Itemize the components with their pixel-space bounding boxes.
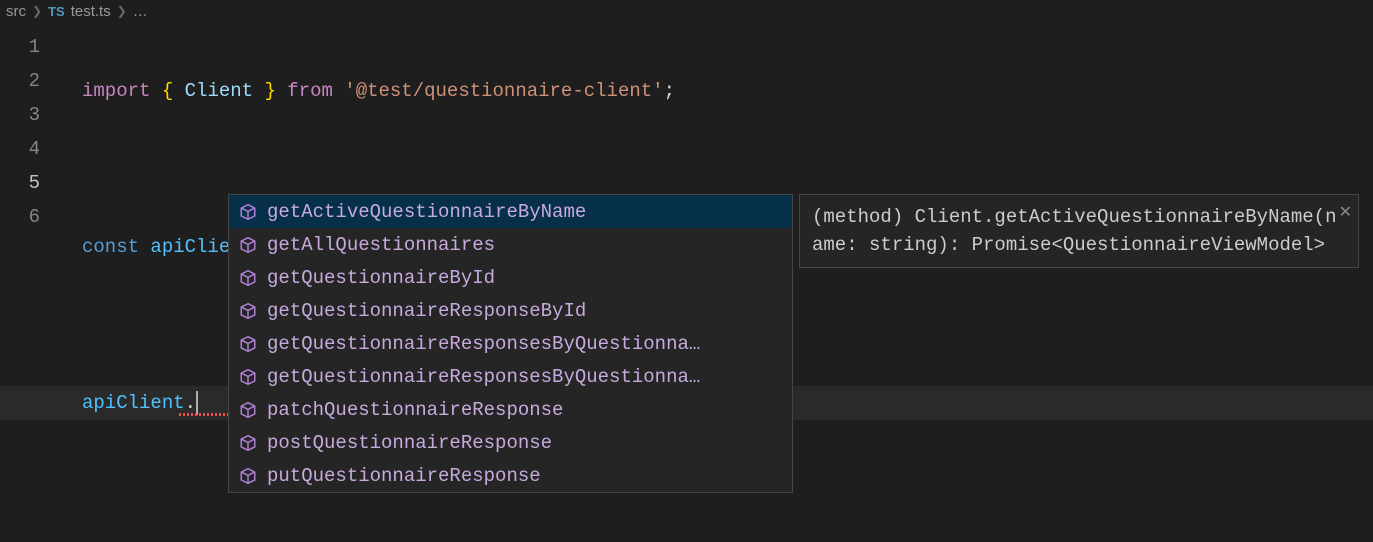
suggestion-item[interactable]: getQuestionnaireResponseById (229, 294, 792, 327)
keyword-from: from (287, 80, 333, 102)
breadcrumb-more[interactable]: … (133, 3, 148, 20)
method-icon (239, 302, 257, 320)
suggestion-list[interactable]: getActiveQuestionnaireByName getAllQuesti… (228, 194, 793, 493)
suggestion-label: putQuestionnaireResponse (267, 465, 541, 487)
chevron-right-icon: ❯ (32, 4, 42, 18)
line-gutter: 1 2 3 4 5 6 (0, 22, 60, 542)
suggestion-label: getActiveQuestionnaireByName (267, 201, 586, 223)
suggestion-label: postQuestionnaireResponse (267, 432, 552, 454)
breadcrumb-folder[interactable]: src (6, 3, 26, 20)
text-cursor (196, 391, 198, 415)
identifier: apiClient (82, 392, 185, 414)
suggestion-label: getQuestionnaireResponsesByQuestionna… (267, 366, 700, 388)
suggestion-item[interactable]: getActiveQuestionnaireByName (229, 195, 792, 228)
code-line[interactable] (60, 152, 675, 186)
breadcrumb-file[interactable]: test.ts (71, 3, 111, 20)
suggestion-item[interactable]: getQuestionnaireResponsesByQuestionna… (229, 360, 792, 393)
suggestion-item[interactable]: getQuestionnaireResponsesByQuestionna… (229, 327, 792, 360)
breadcrumb: src ❯ TS test.ts ❯ … (0, 0, 1373, 22)
method-icon (239, 203, 257, 221)
line-number: 3 (0, 98, 60, 132)
identifier: Client (185, 80, 253, 102)
suggestion-item[interactable]: postQuestionnaireResponse (229, 426, 792, 459)
method-icon (239, 434, 257, 452)
suggestion-item[interactable]: getAllQuestionnaires (229, 228, 792, 261)
semicolon: ; (664, 80, 675, 102)
method-icon (239, 401, 257, 419)
suggestion-item[interactable]: putQuestionnaireResponse (229, 459, 792, 492)
dot-operator: . (185, 392, 196, 414)
suggestion-label: getQuestionnaireResponseById (267, 300, 586, 322)
suggestion-item[interactable]: patchQuestionnaireResponse (229, 393, 792, 426)
method-icon (239, 335, 257, 353)
line-number: 5 (0, 166, 60, 200)
keyword-const: const (82, 236, 139, 258)
method-icon (239, 467, 257, 485)
details-text: (method) Client.getActiveQuestionnaireBy… (812, 206, 1337, 256)
string-literal: '@test/questionnaire-client' (344, 80, 663, 102)
method-icon (239, 236, 257, 254)
close-icon[interactable]: ✕ (1339, 199, 1352, 227)
brace: { (162, 80, 173, 102)
suggestion-label: patchQuestionnaireResponse (267, 399, 563, 421)
method-icon (239, 269, 257, 287)
code-line[interactable]: import { Client } from '@test/questionna… (60, 74, 675, 108)
suggestion-details: ✕ (method) Client.getActiveQuestionnaire… (799, 194, 1359, 268)
line-number: 6 (0, 200, 60, 234)
keyword-import: import (82, 80, 150, 102)
line-number: 4 (0, 132, 60, 166)
suggestion-label: getQuestionnaireResponsesByQuestionna… (267, 333, 700, 355)
chevron-right-icon: ❯ (117, 4, 127, 18)
ts-file-icon: TS (48, 4, 65, 19)
line-number: 1 (0, 30, 60, 64)
line-number: 2 (0, 64, 60, 98)
suggestion-item[interactable]: getQuestionnaireById (229, 261, 792, 294)
suggestion-label: getAllQuestionnaires (267, 234, 495, 256)
method-icon (239, 368, 257, 386)
suggestion-label: getQuestionnaireById (267, 267, 495, 289)
autocomplete-popup: getActiveQuestionnaireByName getAllQuesti… (228, 194, 1359, 493)
brace: } (264, 80, 275, 102)
